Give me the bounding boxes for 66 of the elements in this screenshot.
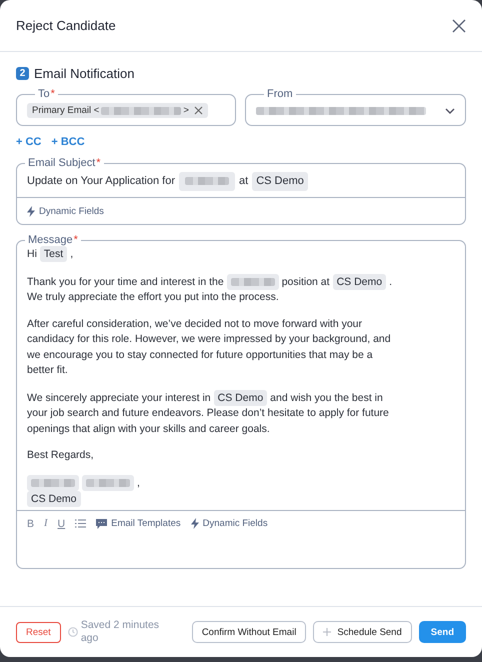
message-editor[interactable] xyxy=(16,235,466,569)
merge-field-tag: CS Demo xyxy=(332,274,386,290)
clock-icon xyxy=(68,627,78,637)
field-label: Email Subject xyxy=(28,157,96,169)
redacted-tag xyxy=(82,474,134,490)
message-text: , xyxy=(137,476,140,488)
step-badge: 2 xyxy=(16,67,29,80)
message-text: we encourage you to stay connected for future opportunities that may be a xyxy=(27,348,373,360)
email-templates-button[interactable]: Email Templates xyxy=(96,518,181,529)
redacted-tag xyxy=(27,474,79,490)
field-label: Message xyxy=(28,234,73,246)
chip-text: Primary Email < xyxy=(32,105,100,116)
bold-button[interactable]: B xyxy=(27,518,34,530)
dialog-title: Reject Candidate xyxy=(16,18,116,33)
add-recipient-link[interactable]: + BCC xyxy=(51,136,85,148)
chevron-down-icon xyxy=(445,108,455,114)
section-title: Email Notification xyxy=(34,66,134,81)
message-text: position at xyxy=(282,276,330,288)
subject-text: Update on Your Application for xyxy=(27,175,176,187)
chip-text: > xyxy=(183,105,189,116)
lightning-icon xyxy=(27,206,35,216)
message-text: and wish you the best in xyxy=(270,392,383,404)
message-text: , xyxy=(70,248,74,260)
underline-button[interactable]: U xyxy=(58,518,66,530)
message-text: . xyxy=(389,276,392,288)
message-text: Best Regards, xyxy=(27,449,94,461)
subject-field[interactable]: Email Subject* Update on Your Application for at CS Demo Dynamic Fields xyxy=(16,158,466,225)
send-button[interactable]: Send xyxy=(418,621,466,643)
required-mark: * xyxy=(74,234,78,246)
redacted-tag xyxy=(226,274,279,290)
italic-button[interactable]: I xyxy=(44,518,48,529)
required-mark: * xyxy=(50,88,55,100)
message-text: openings that align with your skills and career goals. xyxy=(27,422,270,434)
field-label: From xyxy=(267,88,293,100)
from-dropdown[interactable]: From xyxy=(245,89,466,126)
schedule-send-button[interactable]: Schedule Send xyxy=(313,621,412,643)
close-icon[interactable] xyxy=(452,18,466,32)
message-text: We truly appreciate the effort you put into the process. xyxy=(27,291,279,303)
dynamic-fields-button[interactable]: Dynamic Fields xyxy=(27,206,104,216)
bullet-list-icon[interactable] xyxy=(75,519,86,528)
message-text: After careful consideration, we’ve decided not to move forward with your xyxy=(27,318,362,330)
field-label: To xyxy=(38,88,50,100)
message-text: Thank you for your time and interest in the xyxy=(27,276,224,288)
message-text: We sincerely appreciate your interest in xyxy=(27,392,211,404)
lightning-icon xyxy=(190,518,199,529)
redacted-tag xyxy=(179,172,236,190)
saved-status: Saved 2 minutes ago xyxy=(80,619,160,645)
plus-icon xyxy=(323,628,332,636)
message-text: better fit. xyxy=(27,364,68,376)
reset-button[interactable]: Reset xyxy=(16,622,61,642)
recipient-chip[interactable]: Primary Email < > xyxy=(27,103,208,118)
merge-field-tag: CS Demo xyxy=(214,390,268,406)
chat-bubble-icon xyxy=(96,518,108,528)
merge-field-tag: Test xyxy=(40,246,68,262)
message-text: candidacy for this role. However, we were impressed by your background, and xyxy=(27,333,391,345)
message-text: your job search and future endeavors. Please don’t hesitate to apply for future xyxy=(27,407,389,419)
to-field[interactable]: To* Primary Email < > xyxy=(16,89,236,126)
add-recipient-link[interactable]: + CC xyxy=(16,136,42,148)
required-mark: * xyxy=(96,157,101,169)
message-text: Hi xyxy=(27,248,37,260)
subject-text: at xyxy=(239,175,248,187)
confirm-without-email-button[interactable]: Confirm Without Email xyxy=(192,621,306,643)
merge-field-tag: CS Demo xyxy=(252,172,308,190)
dynamic-fields-button[interactable]: Dynamic Fields xyxy=(190,518,268,529)
merge-field-tag: CS Demo xyxy=(27,491,81,507)
remove-icon[interactable] xyxy=(194,106,203,115)
